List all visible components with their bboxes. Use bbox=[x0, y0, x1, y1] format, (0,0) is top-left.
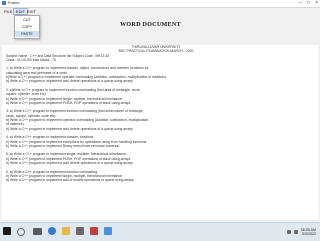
window-controls: – □ × bbox=[299, 0, 318, 6]
app-icon[interactable] bbox=[104, 227, 112, 235]
maximize-icon[interactable]: □ bbox=[307, 0, 310, 6]
system-tray: 06:05 AM 3/3/2022 bbox=[286, 226, 316, 238]
volume-icon[interactable] bbox=[293, 230, 298, 234]
clock-date: 3/3/2022 bbox=[302, 232, 316, 236]
edit-menu-dropdown: CUT COPY PASTE bbox=[14, 15, 40, 39]
clock[interactable]: 06:05 AM 3/3/2022 bbox=[301, 228, 316, 237]
windows-taskbar: 06:05 AM 3/3/2022 bbox=[0, 222, 320, 241]
window-title: Frame bbox=[8, 0, 20, 5]
search-icon[interactable] bbox=[17, 228, 25, 236]
browser-icon[interactable] bbox=[48, 227, 56, 235]
menu-exit[interactable]: EXIT bbox=[25, 8, 38, 15]
network-icon[interactable] bbox=[286, 230, 291, 234]
java-icon[interactable] bbox=[90, 227, 98, 235]
minimize-icon[interactable]: – bbox=[299, 0, 302, 6]
window-title-bar: Frame – □ × bbox=[0, 0, 320, 8]
document-heading: WORD DOCUMENT bbox=[120, 21, 181, 28]
menu-item-paste[interactable]: PASTE bbox=[15, 31, 39, 37]
document-text: THIRUVALLUVAR UNIVERSITY BSC PRACTICAL EX… bbox=[6, 45, 306, 217]
task-view-icon[interactable] bbox=[33, 228, 42, 235]
java-app-icon bbox=[2, 1, 6, 5]
menu-bar: FILE EDIT EXIT bbox=[0, 8, 320, 15]
file-explorer-icon[interactable] bbox=[62, 227, 70, 235]
document-line: b) Write a C++ program to implement add … bbox=[6, 178, 135, 183]
menu-item-copy[interactable]: COPY bbox=[15, 24, 39, 30]
start-button-icon[interactable] bbox=[3, 227, 11, 235]
close-icon[interactable]: × bbox=[315, 0, 318, 6]
menu-item-cut[interactable]: CUT bbox=[15, 17, 39, 23]
text-editor-area[interactable]: THIRUVALLUVAR UNIVERSITY BSC PRACTICAL EX… bbox=[2, 45, 318, 220]
store-icon[interactable] bbox=[76, 227, 84, 235]
